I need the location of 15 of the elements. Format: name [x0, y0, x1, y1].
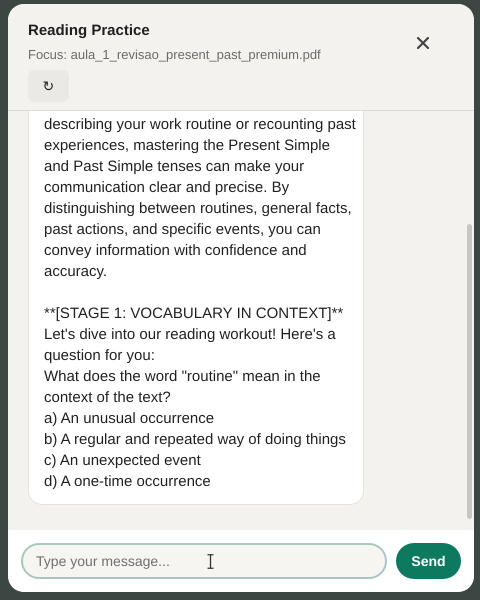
message-input-field[interactable]: Type your message... [21, 543, 387, 579]
close-icon[interactable] [417, 37, 429, 49]
focus-label: Focus: aula_1_revisao_present_past_premium.pdf [28, 46, 322, 64]
message-line: b) A regular and repeated way of doing things [44, 430, 347, 450]
message-line: Let's dive into our reading workout! Here's a question for you: [44, 325, 337, 366]
message-line: What does the word "routine" mean in the context of the text? [44, 367, 322, 408]
message-line: d) A one-time occurrence [44, 472, 212, 492]
message-line: a) An unusual occurrence [44, 409, 216, 429]
message-line: **[STAGE 1: VOCABULARY IN CONTEXT]** [44, 304, 344, 324]
refresh-button[interactable]: ↻ [28, 70, 69, 102]
message-paragraph: describing your work routine or recounting past experiences, mastering the Present Simple and Past Simple tenses can make your communication clear and precise. By distinguishing between routines, general facts, past actions, and specific events, you can convey information with confidence and accuracy. [44, 115, 356, 282]
dialog-title: Reading Practice [28, 21, 151, 41]
message-line: c) An unexpected event [44, 451, 202, 471]
send-button[interactable]: Send [396, 543, 461, 579]
text-cursor-icon [207, 554, 214, 569]
